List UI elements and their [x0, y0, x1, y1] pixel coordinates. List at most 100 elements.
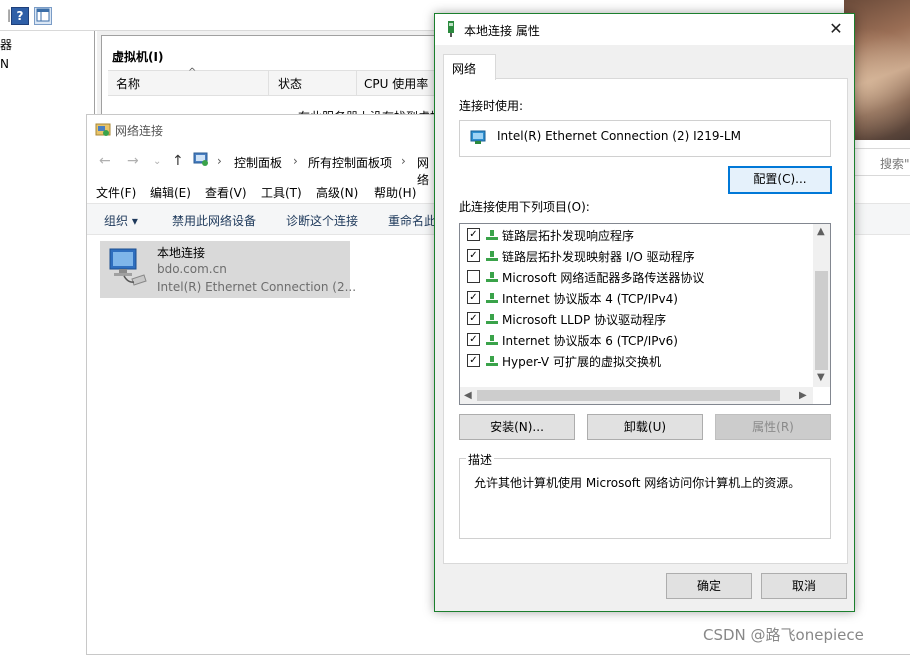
column-status[interactable]: 状态 — [278, 75, 302, 92]
sort-up-icon: ^ — [188, 67, 197, 78]
panel-view-icon[interactable] — [34, 7, 52, 25]
protocol-icon — [486, 272, 498, 282]
horizontal-scrollbar[interactable]: ◀ ▶ — [460, 387, 813, 404]
menu-edit[interactable]: 编辑(E) — [150, 184, 191, 201]
menu-file[interactable]: 文件(F) — [96, 184, 136, 201]
close-icon[interactable]: ✕ — [826, 19, 846, 39]
network-adapter-icon — [445, 21, 459, 37]
connect-using-label: 连接时使用: — [459, 99, 524, 113]
protocol-icon — [486, 314, 498, 324]
breadcrumb-control-panel[interactable]: 控制面板 — [234, 154, 282, 171]
menu-help[interactable]: 帮助(H) — [374, 184, 416, 201]
forward-arrow-icon[interactable]: → — [127, 153, 139, 169]
install-button[interactable]: 安装(N)... — [459, 414, 575, 440]
control-panel-icon — [193, 151, 209, 167]
item-checkbox[interactable]: ✓ — [467, 249, 480, 262]
disable-device-button[interactable]: 禁用此网络设备 — [172, 212, 256, 229]
help-icon[interactable]: ? — [11, 7, 29, 25]
up-arrow-icon[interactable]: ↑ — [172, 153, 184, 169]
scroll-down-icon[interactable]: ▼ — [817, 372, 825, 383]
tab-network[interactable]: 网络 — [443, 54, 496, 80]
nav-item-partial[interactable]: N — [0, 57, 9, 71]
nic-icon — [470, 130, 488, 146]
item-label: Hyper-V 可扩展的虚拟交换机 — [502, 355, 661, 369]
breadcrumb-all-items[interactable]: 所有控制面板项 — [308, 154, 392, 171]
breadcrumb-separator-icon: › — [217, 154, 222, 168]
protocol-icon — [486, 251, 498, 261]
connection-item-local[interactable]: 本地连接 bdo.com.cn Intel(R) Ethernet Connec… — [100, 241, 356, 298]
local-connection-properties-dialog: 本地连接 属性 ✕ 网络 连接时使用: Intel(R) Ethernet Co… — [434, 13, 855, 612]
network-tab-panel: 连接时使用: Intel(R) Ethernet Connection (2) … — [443, 78, 848, 564]
connection-name: 本地连接 — [157, 246, 206, 260]
item-label: 链路层拓扑发现响应程序 — [502, 229, 635, 243]
description-group: 描述 允许其他计算机使用 Microsoft 网络访问你计算机上的资源。 — [459, 451, 831, 539]
scroll-left-icon[interactable]: ◀ — [464, 390, 472, 401]
organize-button[interactable]: 组织 ▾ — [104, 212, 138, 229]
scroll-right-icon[interactable]: ▶ — [799, 390, 807, 401]
rename-button[interactable]: 重命名此 — [388, 212, 436, 229]
search-placeholder: 搜索" — [880, 157, 910, 171]
list-item[interactable]: ✓ Microsoft LLDP 协议驱动程序 — [460, 308, 810, 329]
item-checkbox[interactable]: ✓ — [467, 354, 480, 367]
vertical-scrollbar[interactable]: ▲ ▼ — [813, 224, 830, 387]
ok-button[interactable]: 确定 — [666, 573, 752, 599]
properties-button[interactable]: 属性(R) — [715, 414, 831, 440]
item-checkbox[interactable] — [467, 270, 480, 283]
hyperv-navigation-pane: 器 N — [0, 31, 95, 653]
back-arrow-icon[interactable]: ← — [99, 153, 111, 169]
nav-item-partial[interactable]: 器 — [0, 36, 12, 53]
vm-panel-title: 虚拟机(I) — [112, 50, 164, 64]
hyperv-toolbar: | ? — [0, 0, 434, 31]
menu-tools[interactable]: 工具(T) — [261, 184, 302, 201]
ethernet-adapter-icon — [104, 245, 148, 291]
item-label: 链路层拓扑发现映射器 I/O 驱动程序 — [502, 250, 695, 264]
item-checkbox[interactable]: ✓ — [467, 228, 480, 241]
dialog-title: 本地连接 属性 — [464, 24, 540, 38]
description-text: 允许其他计算机使用 Microsoft 网络访问你计算机上的资源。 — [474, 476, 801, 490]
recent-chevron-icon[interactable]: ⌄ — [153, 156, 161, 167]
item-checkbox[interactable]: ✓ — [467, 312, 480, 325]
list-item[interactable]: Microsoft 网络适配器多路传送器协议 — [460, 266, 810, 287]
scroll-up-icon[interactable]: ▲ — [817, 226, 825, 237]
list-item[interactable]: ✓ 链路层拓扑发现响应程序 — [460, 224, 810, 245]
menu-advanced[interactable]: 高级(N) — [316, 184, 358, 201]
tab-network-label: 网络 — [452, 62, 477, 76]
item-checkbox[interactable]: ✓ — [467, 291, 480, 304]
connection-domain: bdo.com.cn — [157, 262, 227, 276]
network-window-title: 网络连接 — [115, 124, 164, 138]
components-list[interactable]: ✓ 链路层拓扑发现响应程序 ✓ 链路层拓扑发现映射器 I/O 驱动程序 Micr… — [459, 223, 831, 405]
horizontal-scroll-thumb[interactable] — [477, 390, 780, 401]
watermark: CSDN @路飞onepiece — [703, 626, 864, 644]
adapter-name: Intel(R) Ethernet Connection (2) I219-LM — [497, 129, 741, 143]
vm-column-header: 名称 ^ 状态 CPU 使用率 — [108, 67, 438, 96]
configure-button[interactable]: 配置(C)... — [728, 166, 832, 194]
column-cpu[interactable]: CPU 使用率 — [364, 75, 428, 92]
protocol-icon — [486, 293, 498, 303]
protocol-icon — [486, 335, 498, 345]
item-label: Internet 协议版本 4 (TCP/IPv4) — [502, 292, 678, 306]
list-item[interactable]: ✓ Internet 协议版本 4 (TCP/IPv4) — [460, 287, 810, 308]
list-item[interactable]: ✓ Internet 协议版本 6 (TCP/IPv6) — [460, 329, 810, 350]
item-checkbox[interactable]: ✓ — [467, 333, 480, 346]
items-label: 此连接使用下列项目(O): — [459, 200, 590, 214]
breadcrumb-separator-icon: › — [401, 154, 406, 168]
network-folder-icon — [95, 122, 111, 138]
breadcrumb-separator-icon: › — [293, 154, 298, 168]
connection-adapter: Intel(R) Ethernet Connection (2... — [157, 280, 357, 294]
item-label: Microsoft LLDP 协议驱动程序 — [502, 313, 667, 327]
item-label: Internet 协议版本 6 (TCP/IPv6) — [502, 334, 678, 348]
item-label: Microsoft 网络适配器多路传送器协议 — [502, 271, 705, 285]
column-name[interactable]: 名称 — [116, 75, 140, 92]
list-item[interactable]: ✓ Hyper-V 可扩展的虚拟交换机 — [460, 350, 810, 371]
description-legend: 描述 — [466, 451, 495, 468]
diagnose-button[interactable]: 诊断这个连接 — [286, 212, 358, 229]
protocol-icon — [486, 230, 498, 240]
cancel-button[interactable]: 取消 — [761, 573, 847, 599]
dialog-titlebar: 本地连接 属性 ✕ — [435, 14, 854, 45]
protocol-icon — [486, 356, 498, 366]
vertical-scroll-thumb[interactable] — [815, 271, 828, 370]
list-item[interactable]: ✓ 链路层拓扑发现映射器 I/O 驱动程序 — [460, 245, 810, 266]
breadcrumb[interactable]: › 控制面板 › 所有控制面板项 › 网络 — [191, 149, 435, 187]
menu-view[interactable]: 查看(V) — [205, 184, 247, 201]
uninstall-button[interactable]: 卸载(U) — [587, 414, 703, 440]
